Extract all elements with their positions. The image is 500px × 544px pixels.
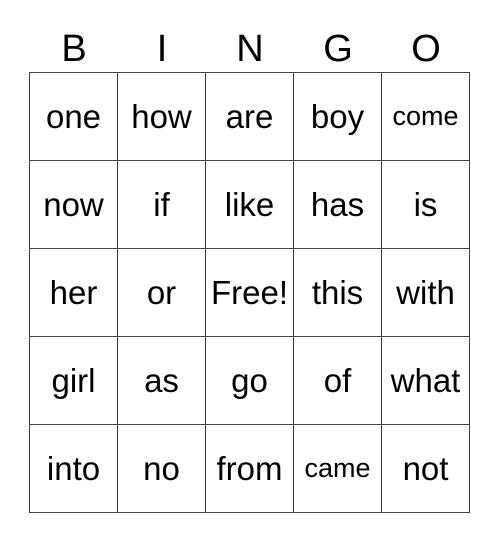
bingo-cell: if <box>117 160 206 249</box>
bingo-grid: one how are boy come now if like has is her or Free!… <box>29 72 470 513</box>
header-letter-o: O <box>411 28 441 70</box>
bingo-cell: boy <box>293 72 382 161</box>
bingo-cell: as <box>117 336 206 425</box>
bingo-cell: this <box>293 248 382 337</box>
header-letter-i: I <box>156 28 168 70</box>
bingo-cell: from <box>205 424 294 513</box>
bingo-cell: her <box>29 248 118 337</box>
bingo-cell: are <box>205 72 294 161</box>
header-letter-g: G <box>323 28 353 70</box>
bingo-cell: came <box>293 424 382 513</box>
free-space-cell: Free! <box>205 248 294 337</box>
bingo-row: girl as go of what <box>29 336 470 425</box>
bingo-cell: how <box>117 72 206 161</box>
bingo-cell: come <box>381 72 470 161</box>
header-letter-n: N <box>236 28 264 70</box>
bingo-cell: has <box>293 160 382 249</box>
bingo-cell: with <box>381 248 470 337</box>
bingo-row: now if like has is <box>29 160 470 249</box>
bingo-cell: go <box>205 336 294 425</box>
bingo-cell: now <box>29 160 118 249</box>
bingo-header: B I N G O <box>30 26 470 72</box>
header-letter-b: B <box>61 28 87 70</box>
bingo-cell: of <box>293 336 382 425</box>
bingo-cell: girl <box>29 336 118 425</box>
bingo-cell: one <box>29 72 118 161</box>
bingo-cell: not <box>381 424 470 513</box>
bingo-row: her or Free! this with <box>29 248 470 337</box>
bingo-cell: into <box>29 424 118 513</box>
bingo-row: into no from came not <box>29 424 470 513</box>
bingo-cell: is <box>381 160 470 249</box>
bingo-cell: or <box>117 248 206 337</box>
bingo-cell: like <box>205 160 294 249</box>
bingo-row: one how are boy come <box>29 72 470 161</box>
bingo-cell: what <box>381 336 470 425</box>
bingo-cell: no <box>117 424 206 513</box>
